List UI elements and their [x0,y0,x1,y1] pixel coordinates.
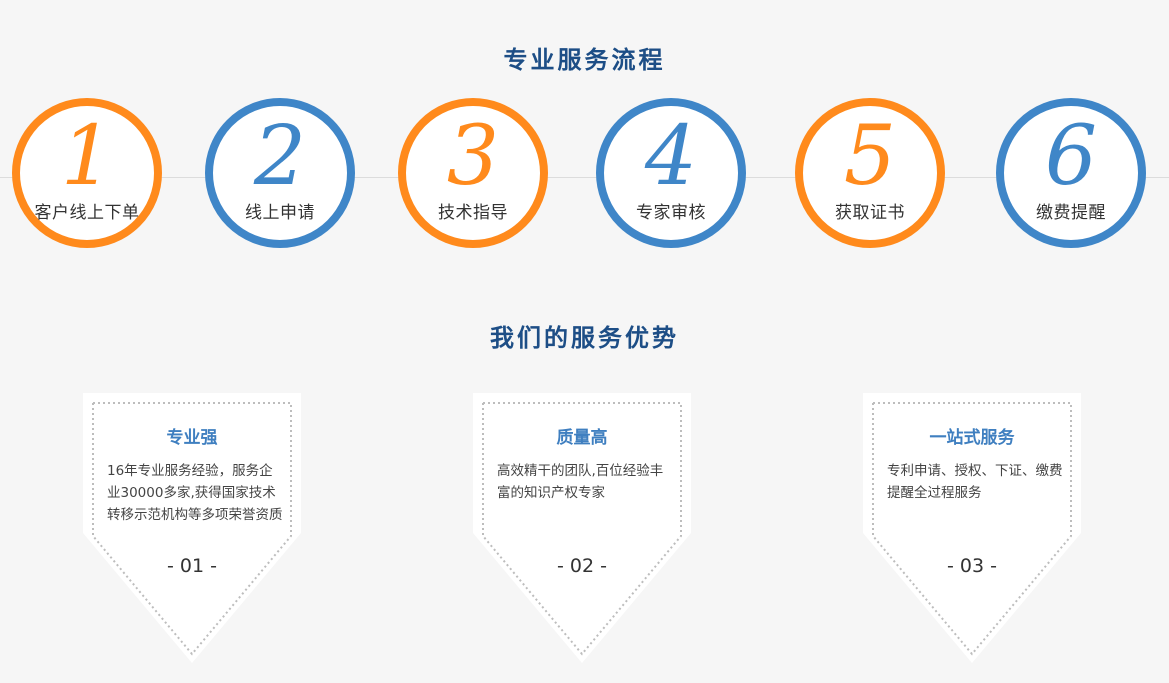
step-3[interactable]: 3 技术指导 [398,98,548,248]
advantages-title: 我们的服务优势 [490,324,679,352]
step-2[interactable]: 2 线上申请 [205,98,355,248]
card-description: 高效精干的团队,百位经验丰富的知识产权专家 [497,463,664,501]
card-number: - 03 - [947,555,997,577]
step-label: 获取证书 [835,203,905,223]
advantage-card-2[interactable]: 质量高 高效精干的团队,百位经验丰富的知识产权专家 - 02 - [473,393,691,665]
advantage-card-3[interactable]: 一站式服务 专利申请、授权、下证、缴费提醒全过程服务 - 03 - [863,393,1081,665]
card-number: - 02 - [557,555,607,577]
advantage-card-1[interactable]: 专业强 16年专业服务经验，服务企业30000多家,获得国家技术转移示范机构等多… [83,393,301,665]
step-1[interactable]: 1 客户线上下单 [12,98,162,248]
card-number: - 01 - [167,555,217,577]
process-title: 专业服务流程 [503,46,666,74]
step-number: 1 [60,109,114,204]
step-label: 专家审核 [636,203,706,223]
card-description: 16年专业服务经验，服务企业30000多家,获得国家技术转移示范机构等多项荣誉资… [107,463,283,523]
step-number: 3 [446,109,500,204]
step-number: 4 [644,109,698,204]
step-label: 缴费提醒 [1036,203,1106,223]
step-label: 客户线上下单 [34,203,140,223]
step-number: 2 [253,109,307,204]
card-title: 一站式服务 [929,428,1015,448]
card-title: 专业强 [166,428,218,448]
step-4[interactable]: 4 专家审核 [596,98,746,248]
step-label: 技术指导 [438,203,508,223]
step-label: 线上申请 [245,203,315,223]
step-number: 6 [1044,109,1098,204]
card-title: 质量高 [556,428,608,448]
card-description: 专利申请、授权、下证、缴费提醒全过程服务 [887,463,1063,501]
step-6[interactable]: 6 缴费提醒 [996,98,1146,248]
process-divider-line [0,177,1169,178]
step-5[interactable]: 5 获取证书 [795,98,945,248]
step-number: 5 [843,109,897,204]
